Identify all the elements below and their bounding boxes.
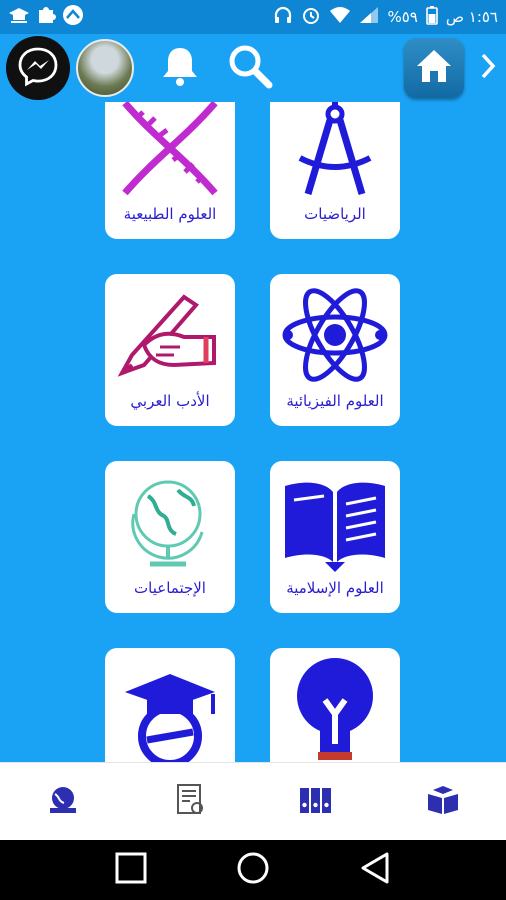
subject-card-lightbulb[interactable] <box>270 648 400 762</box>
wifi-icon <box>329 6 351 28</box>
dna-icon <box>110 102 230 203</box>
globe-icon <box>110 467 230 577</box>
atom-icon <box>275 280 395 390</box>
alarm-icon <box>301 5 321 29</box>
status-system-info: %٥٩ ١:٥٦ ص <box>273 5 498 29</box>
subject-label: الرياضيات <box>304 205 366 223</box>
compass-icon <box>275 102 395 203</box>
search-button[interactable] <box>226 44 274 92</box>
chevron-right-icon <box>478 51 498 85</box>
lightbulb-icon <box>275 654 395 762</box>
nav-item-binders[interactable] <box>286 772 346 832</box>
home-icon <box>414 47 454 89</box>
subject-label: العلوم الإسلامية <box>286 579 384 597</box>
puzzle-icon <box>36 5 56 30</box>
nav-item-reading[interactable] <box>413 772 473 832</box>
forward-button[interactable] <box>474 50 502 86</box>
subject-card-islamic-sciences[interactable]: العلوم الإسلامية <box>270 461 400 613</box>
subjects-grid: الرياضيات العلوم الطبيعية العلوم الفيزيا… <box>0 102 506 762</box>
messenger-icon <box>16 44 60 92</box>
graduation-cap-icon <box>110 654 230 762</box>
subject-card-arabic-literature[interactable]: الأدب العربي <box>105 274 235 426</box>
bottom-navigation <box>0 762 506 840</box>
subject-label: العلوم الفيزيائية <box>286 392 384 410</box>
subject-label: الأدب العربي <box>130 392 210 410</box>
subject-card-natural-sciences[interactable]: العلوم الطبيعية <box>105 102 235 239</box>
system-navigation-bar <box>0 840 506 900</box>
certificate-icon <box>175 783 205 821</box>
battery-icon <box>426 5 438 29</box>
avatar[interactable] <box>76 39 134 97</box>
search-icon <box>226 42 274 94</box>
home-button[interactable] <box>404 38 464 98</box>
subject-card-physics[interactable]: العلوم الفيزيائية <box>270 274 400 426</box>
subject-label: العلوم الطبيعية <box>123 205 217 223</box>
subject-label: الإجتماعيات <box>134 579 206 597</box>
status-bar: %٥٩ ١:٥٦ ص <box>0 0 506 34</box>
nav-item-global-library[interactable] <box>33 772 93 832</box>
signal-icon <box>359 6 379 28</box>
subject-card-math[interactable]: الرياضيات <box>270 102 400 239</box>
app-notification-icon <box>62 4 84 31</box>
writing-hand-icon <box>110 280 230 390</box>
clock-time: ١:٥٦ ص <box>445 8 498 26</box>
binders-icon <box>298 785 334 819</box>
messenger-button[interactable] <box>6 36 70 100</box>
nav-item-certificates[interactable] <box>160 772 220 832</box>
back-button[interactable] <box>351 846 399 894</box>
open-book-icon <box>275 467 395 577</box>
app-top-bar <box>0 34 506 102</box>
reading-book-icon <box>425 784 461 820</box>
battery-percent: %٥٩ <box>387 8 418 26</box>
recents-button[interactable] <box>107 846 155 894</box>
bell-icon <box>160 44 200 92</box>
subject-card-social-studies[interactable]: الإجتماعيات <box>105 461 235 613</box>
back-triangle-icon <box>358 851 392 889</box>
square-icon <box>114 851 148 889</box>
globe-books-icon <box>46 785 80 819</box>
circle-icon <box>235 850 271 890</box>
subject-card-education[interactable] <box>105 648 235 762</box>
headphones-icon <box>273 5 293 29</box>
notifications-button[interactable] <box>156 44 204 92</box>
status-notification-icons <box>8 4 84 31</box>
home-system-button[interactable] <box>229 846 277 894</box>
graduation-notification-icon <box>8 5 30 30</box>
